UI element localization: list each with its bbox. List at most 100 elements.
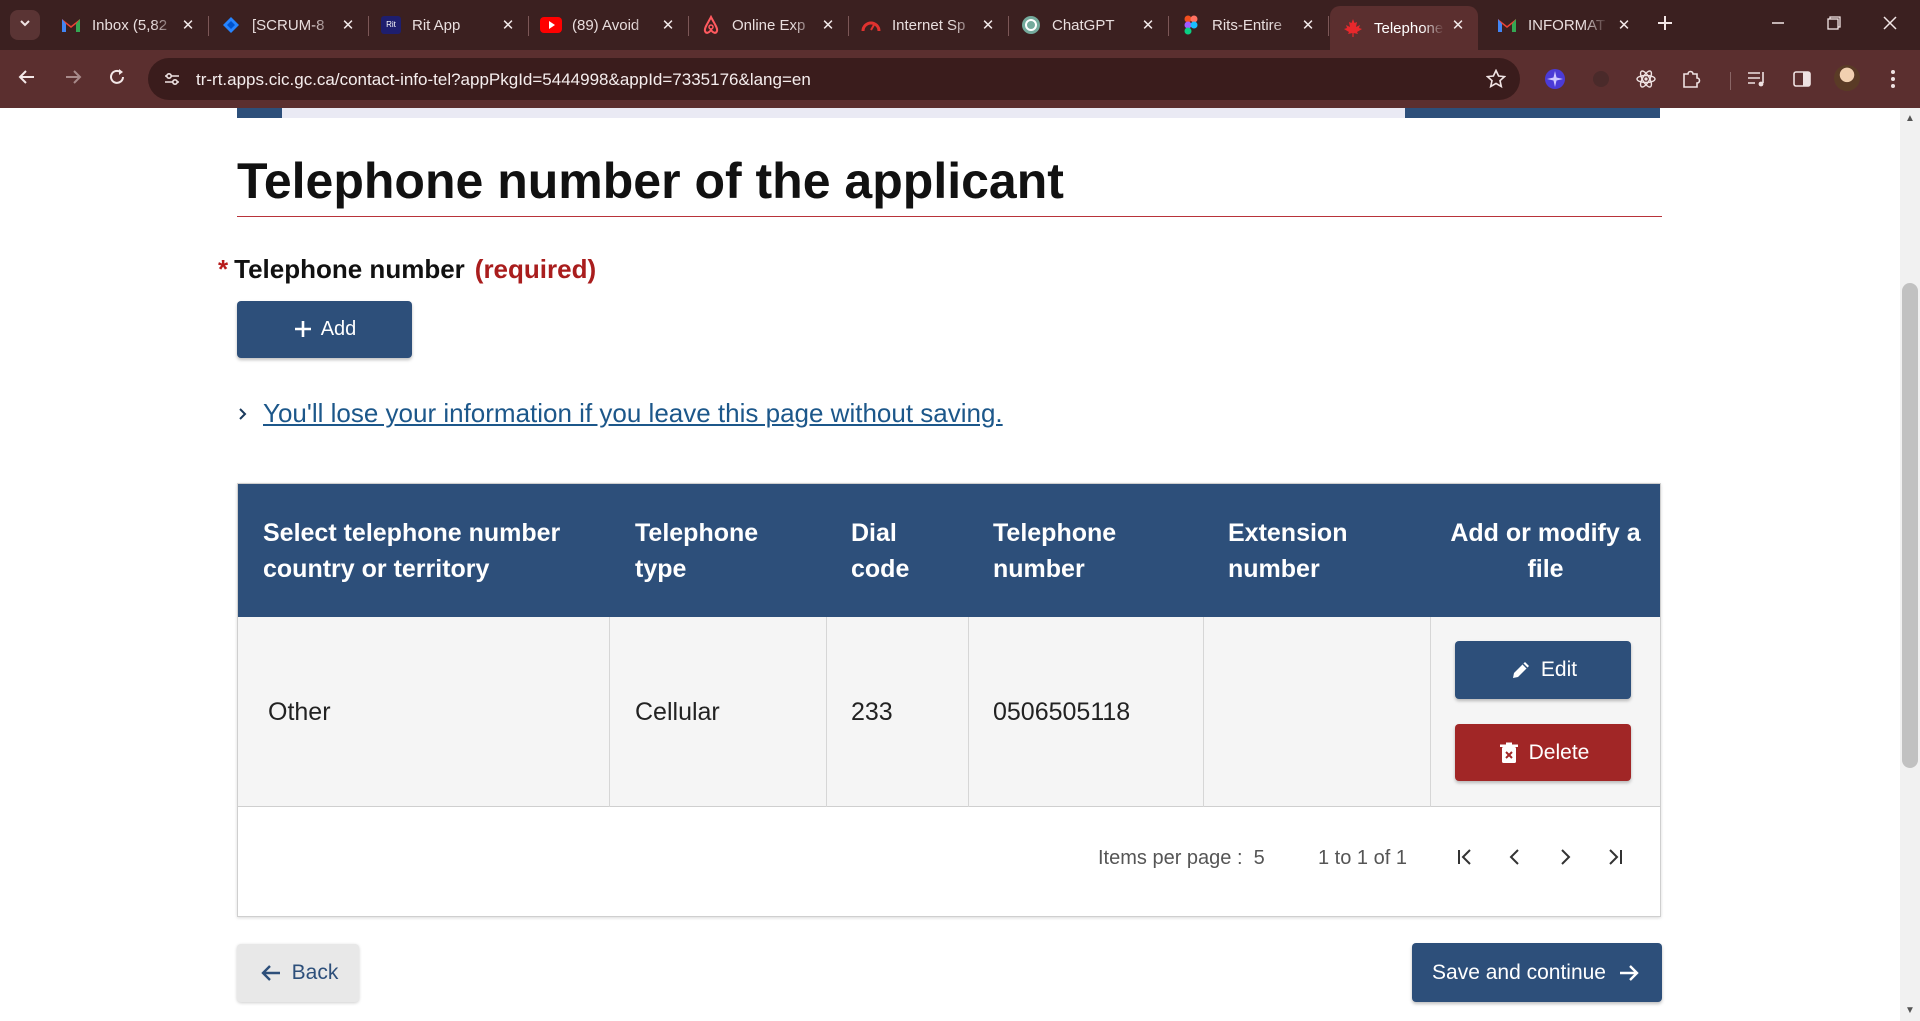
figma-icon [1180, 14, 1202, 36]
cell-dial-code: 233 [851, 697, 893, 726]
unsaved-warning-link[interactable]: You'll lose your information if you leav… [263, 398, 1003, 429]
tab-airbnb[interactable]: Online Exp ✕ [688, 6, 849, 44]
tab-figma[interactable]: Rits-Entire ✕ [1168, 6, 1329, 44]
column-header-number: Telephone number [993, 518, 1117, 583]
close-icon[interactable]: ✕ [978, 15, 998, 35]
minimize-button[interactable] [1750, 0, 1806, 50]
minimize-icon [1771, 16, 1785, 35]
items-per-page-label: Items per page : [1098, 847, 1243, 869]
chatgpt-icon [1020, 14, 1042, 36]
tab-title: Online Exp [732, 16, 806, 34]
first-page-icon [1455, 847, 1475, 872]
arrow-right-icon [1616, 960, 1642, 986]
close-icon[interactable]: ✕ [1138, 15, 1158, 35]
telephone-field-label: * Telephone number (required) [218, 254, 596, 285]
tab-title: Internet Sp [892, 16, 966, 34]
extension-ai-icon[interactable] [1542, 66, 1568, 92]
page-title: Telephone number of the applicant [237, 153, 1064, 209]
media-controls-icon[interactable] [1744, 66, 1770, 92]
new-tab-button[interactable] [1650, 10, 1680, 40]
tab-speedtest[interactable]: Internet Sp ✕ [848, 6, 1009, 44]
kebab-menu-icon[interactable] [1880, 66, 1906, 92]
scroll-thumb[interactable] [1902, 283, 1918, 768]
next-page-button[interactable] [1549, 843, 1581, 875]
restore-button[interactable] [1806, 0, 1862, 50]
back-nav-button[interactable] [10, 62, 44, 96]
table-row: Other Cellular 233 0506505118 Edit Delet… [238, 617, 1660, 807]
tab-jira[interactable]: [SCRUM-8 ✕ [208, 6, 369, 44]
delete-button-label: Delete [1528, 740, 1590, 764]
close-icon [1883, 15, 1897, 35]
close-window-button[interactable] [1862, 0, 1918, 50]
add-telephone-button[interactable]: Add [237, 301, 412, 358]
reload-icon [108, 68, 126, 91]
close-icon[interactable]: ✕ [818, 15, 838, 35]
close-icon[interactable]: ✕ [338, 15, 358, 35]
chevron-left-icon [1505, 847, 1525, 872]
arrow-left-icon [18, 68, 36, 91]
delete-button[interactable]: Delete [1455, 724, 1631, 781]
close-icon[interactable]: ✕ [1448, 15, 1468, 35]
speedtest-icon [860, 14, 882, 36]
previous-page-button[interactable] [1499, 843, 1531, 875]
tab-separator [1328, 16, 1329, 36]
column-header-extension: Extension number [1228, 518, 1348, 583]
cell-country: Other [268, 697, 331, 726]
last-page-icon [1605, 847, 1625, 872]
extensions-puzzle-icon[interactable] [1678, 66, 1704, 92]
close-icon[interactable]: ✕ [1298, 15, 1318, 35]
tab-gmail-information[interactable]: INFORMAT ✕ [1484, 6, 1644, 44]
back-button[interactable]: Back [237, 944, 359, 1002]
site-info-icon[interactable] [158, 65, 186, 93]
tab-chatgpt[interactable]: ChatGPT ✕ [1008, 6, 1169, 44]
extension-dark-icon[interactable] [1588, 66, 1614, 92]
tab-gmail-inbox[interactable]: Inbox (5,82 ✕ [48, 6, 209, 44]
side-panel-icon[interactable] [1789, 66, 1815, 92]
items-per-page: Items per page : 5 [1098, 847, 1265, 870]
close-icon[interactable]: ✕ [178, 15, 198, 35]
unsaved-warning-details[interactable]: You'll lose your information if you leav… [237, 398, 1003, 429]
page-range: 1 to 1 of 1 [1318, 847, 1407, 869]
tab-search-button[interactable] [10, 10, 40, 40]
profile-avatar[interactable] [1834, 65, 1860, 91]
react-devtools-icon[interactable] [1633, 66, 1659, 92]
title-divider [237, 216, 1662, 217]
tab-strip: Inbox (5,82 ✕ [SCRUM-8 ✕ Rit Rit App ✕ (… [0, 0, 1920, 50]
reload-button[interactable] [100, 62, 134, 96]
tab-title: Rits-Entire [1212, 16, 1283, 34]
url-text[interactable]: tr-rt.apps.cic.gc.ca/contact-info-tel?ap… [196, 70, 811, 90]
column-divider [968, 617, 969, 807]
arrow-left-icon [258, 960, 284, 986]
required-text: (required) [474, 254, 597, 284]
field-label-text: Telephone number [234, 254, 465, 284]
tab-title: (89) Avoid [572, 16, 640, 34]
bookmark-star-icon[interactable] [1484, 67, 1508, 91]
tab-telephone-active[interactable]: Telephone ✕ [1330, 6, 1478, 50]
last-page-button[interactable] [1599, 843, 1631, 875]
forward-nav-button[interactable] [56, 62, 90, 96]
close-icon[interactable]: ✕ [658, 15, 678, 35]
items-per-page-value[interactable]: 5 [1254, 847, 1265, 869]
first-page-button[interactable] [1449, 843, 1481, 875]
pagination: Items per page : 5 1 to 1 of 1 [238, 807, 1660, 917]
close-icon[interactable]: ✕ [1614, 15, 1634, 35]
edit-button-label: Edit [1540, 658, 1578, 681]
tab-title: Rit App [412, 16, 461, 34]
gmail-icon [1496, 14, 1518, 36]
tab-rit-app[interactable]: Rit Rit App ✕ [368, 6, 529, 44]
scroll-down-arrow-icon[interactable]: ▼ [1904, 1004, 1916, 1016]
tab-title: [SCRUM-8 [252, 16, 325, 34]
edit-button[interactable]: Edit [1455, 641, 1631, 699]
save-and-continue-button[interactable]: Save and continue [1412, 943, 1662, 1002]
trash-icon [1497, 741, 1521, 765]
telephone-table: Select telephone number country or terri… [237, 483, 1661, 917]
back-button-label: Back [291, 961, 339, 984]
tab-youtube[interactable]: (89) Avoid ✕ [528, 6, 689, 44]
page-scrollbar[interactable]: ▲ ▼ [1900, 108, 1920, 1021]
column-header-country: Select telephone number country or terri… [263, 518, 561, 583]
close-icon[interactable]: ✕ [498, 15, 518, 35]
scroll-up-arrow-icon[interactable]: ▲ [1904, 112, 1916, 124]
column-divider [1430, 617, 1431, 807]
plus-icon [1657, 15, 1673, 36]
address-bar[interactable]: tr-rt.apps.cic.gc.ca/contact-info-tel?ap… [148, 58, 1520, 100]
